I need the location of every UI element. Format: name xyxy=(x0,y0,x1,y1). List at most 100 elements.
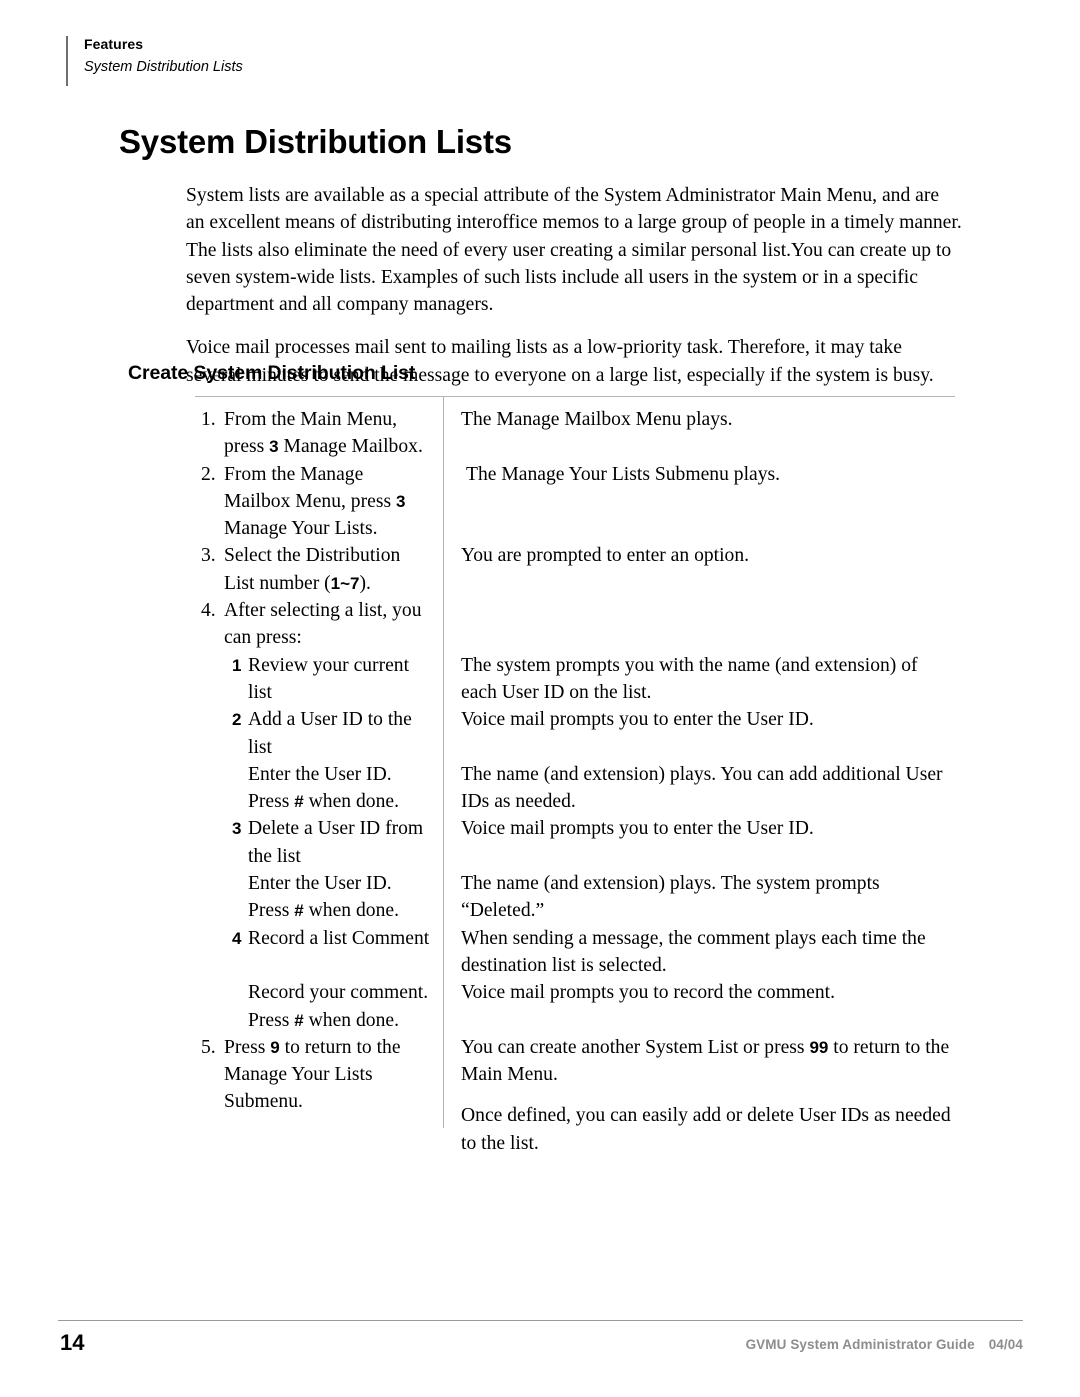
table-row: 4. After selecting a list, you can press… xyxy=(195,597,955,652)
keypad-key: # xyxy=(294,792,304,812)
step-text: Select the Distribution List number (1~7… xyxy=(224,542,431,597)
result-text-extra: Once defined, you can easily add or dele… xyxy=(461,1105,951,1154)
step-text: Record a list Comment xyxy=(248,927,430,949)
step-text-pre: Press xyxy=(224,1036,271,1058)
intro-paragraphs: System lists are available as a special … xyxy=(186,182,962,389)
table-cell-action: 2 Add a User ID to the list xyxy=(195,706,443,761)
keypad-key: 1 xyxy=(232,655,242,675)
step-number: 5. xyxy=(201,1036,216,1058)
table-row: Enter the User ID. Press # when done. Th… xyxy=(195,761,955,816)
keypad-key: 2 xyxy=(232,710,242,730)
table-cell-action: Enter the User ID. Press # when done. xyxy=(195,761,443,816)
table-cell-action: 3. Select the Distribution List number (… xyxy=(195,542,443,597)
step-text: From the Main Menu, press 3 Manage Mailb… xyxy=(224,406,431,461)
running-header-section: Features xyxy=(84,36,144,52)
table-cell-action: 4 Record a list Comment xyxy=(195,925,443,952)
table-row: 3 Delete a User ID from the list Voice m… xyxy=(195,815,955,870)
table-cell-result: Voice mail prompts you to enter the User… xyxy=(443,815,955,842)
intro-paragraph-1: System lists are available as a special … xyxy=(186,185,962,316)
step-number: 1. xyxy=(201,409,216,430)
table-row: Enter the User ID. Press # when done. Th… xyxy=(195,870,955,925)
step-text-post: when done. xyxy=(303,900,399,922)
keypad-key: 3 xyxy=(269,437,279,457)
keypad-key: 3 xyxy=(395,491,406,511)
step-text-post: ). xyxy=(359,572,371,594)
footer-rule xyxy=(58,1320,1023,1321)
table-cell-action: 1. From the Main Menu, press 3 Manage Ma… xyxy=(195,406,443,461)
document-page: Features System Distribution Lists Syste… xyxy=(0,0,1080,1397)
table-row: 2 Add a User ID to the list Voice mail p… xyxy=(195,706,955,761)
table-cell-result: You are prompted to enter an option. xyxy=(443,542,955,569)
table-cell-action: 3 Delete a User ID from the list xyxy=(195,815,443,870)
step-text-post: Manage Your Lists. xyxy=(224,518,378,540)
step-text-pre: Select the Distribution List number ( xyxy=(224,545,401,594)
result-text: Voice mail prompts you to record the com… xyxy=(461,982,836,1004)
result-text: Voice mail prompts you to enter the User… xyxy=(461,709,814,731)
table-row: 5. Press 9 to return to the Manage Your … xyxy=(195,1034,955,1157)
keypad-key: 9 xyxy=(270,1037,280,1057)
step-text: From the Manage Mailbox Menu, press 3 Ma… xyxy=(224,461,431,543)
table-cell-action: 2. From the Manage Mailbox Menu, press 3… xyxy=(195,461,443,543)
table-cell-result: You can create another System List or pr… xyxy=(443,1034,955,1157)
keypad-key: 3 xyxy=(232,819,242,839)
result-text: The Manage Your Lists Submenu plays. xyxy=(466,463,781,485)
step-number: 4. xyxy=(201,600,216,622)
step-number: 2. xyxy=(201,463,216,485)
result-text: You are prompted to enter an option. xyxy=(461,545,750,567)
table-cell-result xyxy=(443,597,955,624)
table-cell-action: 4. After selecting a list, you can press… xyxy=(195,597,443,652)
result-text: The Manage Mailbox Menu plays. xyxy=(461,409,733,430)
table-row: 3. Select the Distribution List number (… xyxy=(195,542,955,597)
table-row: 2. From the Manage Mailbox Menu, press 3… xyxy=(195,461,955,543)
step-text-pre: From the Manage Mailbox Menu, press xyxy=(224,463,396,512)
table-cell-action: Enter the User ID. Press # when done. xyxy=(195,870,443,925)
footer-guide-title: GVMU System Administrator Guide xyxy=(745,1337,975,1352)
result-text xyxy=(461,597,955,624)
result-text: The system prompts you with the name (an… xyxy=(461,654,918,703)
footer-date: 04/04 xyxy=(988,1337,1023,1352)
result-text: The name (and extension) plays. The syst… xyxy=(461,873,880,922)
result-text: When sending a message, the comment play… xyxy=(461,927,926,976)
step-text-post: when done. xyxy=(303,1009,399,1031)
step-text-post: when done. xyxy=(303,791,399,813)
keypad-key: # xyxy=(294,1010,304,1030)
table-cell-action: 5. Press 9 to return to the Manage Your … xyxy=(195,1034,443,1116)
table-cell-result: The name (and extension) plays. The syst… xyxy=(443,870,955,925)
running-header: Features System Distribution Lists xyxy=(66,36,243,86)
keypad-key: 4 xyxy=(232,928,242,948)
procedure-rows: 1. From the Main Menu, press 3 Manage Ma… xyxy=(195,396,955,1157)
step-text: Review your current list xyxy=(248,654,410,703)
step-text-post: Manage Mailbox. xyxy=(278,436,423,458)
table-cell-result: The Manage Mailbox Menu plays. xyxy=(443,406,955,433)
running-header-subsection: System Distribution Lists xyxy=(84,59,243,75)
keypad-key: 1~7 xyxy=(330,573,360,593)
table-cell-result: The system prompts you with the name (an… xyxy=(443,652,955,707)
step-text: Enter the User ID. Press # when done. xyxy=(232,761,431,816)
step-number: 3. xyxy=(201,545,216,567)
procedure-table: 1. From the Main Menu, press 3 Manage Ma… xyxy=(195,396,955,1157)
step-text: After selecting a list, you can press: xyxy=(224,600,422,649)
step-text: Delete a User ID from the list xyxy=(248,818,424,867)
table-cell-action: Record your comment. Press # when done. xyxy=(195,979,443,1034)
page-number: 14 xyxy=(60,1330,85,1355)
keypad-key: 99 xyxy=(809,1037,829,1057)
table-cell-result: Voice mail prompts you to enter the User… xyxy=(443,706,955,733)
step-text: Press 9 to return to the Manage Your Lis… xyxy=(224,1034,431,1116)
keypad-key: # xyxy=(294,901,304,921)
result-text-pre: You can create another System List or pr… xyxy=(461,1036,810,1058)
table-cell-result: The name (and extension) plays. You can … xyxy=(443,761,955,816)
table-cell-result: The Manage Your Lists Submenu plays. xyxy=(443,461,955,488)
table-cell-result: Voice mail prompts you to record the com… xyxy=(443,979,955,1006)
result-text: Voice mail prompts you to enter the User… xyxy=(461,818,814,840)
table-row: 1. From the Main Menu, press 3 Manage Ma… xyxy=(195,406,955,461)
table-cell-result: When sending a message, the comment play… xyxy=(443,925,955,980)
step-text: Enter the User ID. Press # when done. xyxy=(232,870,431,925)
result-text: You can create another System List or pr… xyxy=(461,1034,955,1089)
table-row: 4 Record a list Comment When sending a m… xyxy=(195,925,955,980)
table-cell-action: 1 Review your current list xyxy=(195,652,443,707)
result-text: The name (and extension) plays. You can … xyxy=(461,763,943,813)
step-text: Add a User ID to the list xyxy=(248,709,412,758)
footer-meta: GVMU System Administrator Guide 04/04 xyxy=(746,1336,1023,1353)
page-title: System Distribution Lists xyxy=(119,123,512,160)
table-row: Record your comment. Press # when done. … xyxy=(195,979,955,1034)
